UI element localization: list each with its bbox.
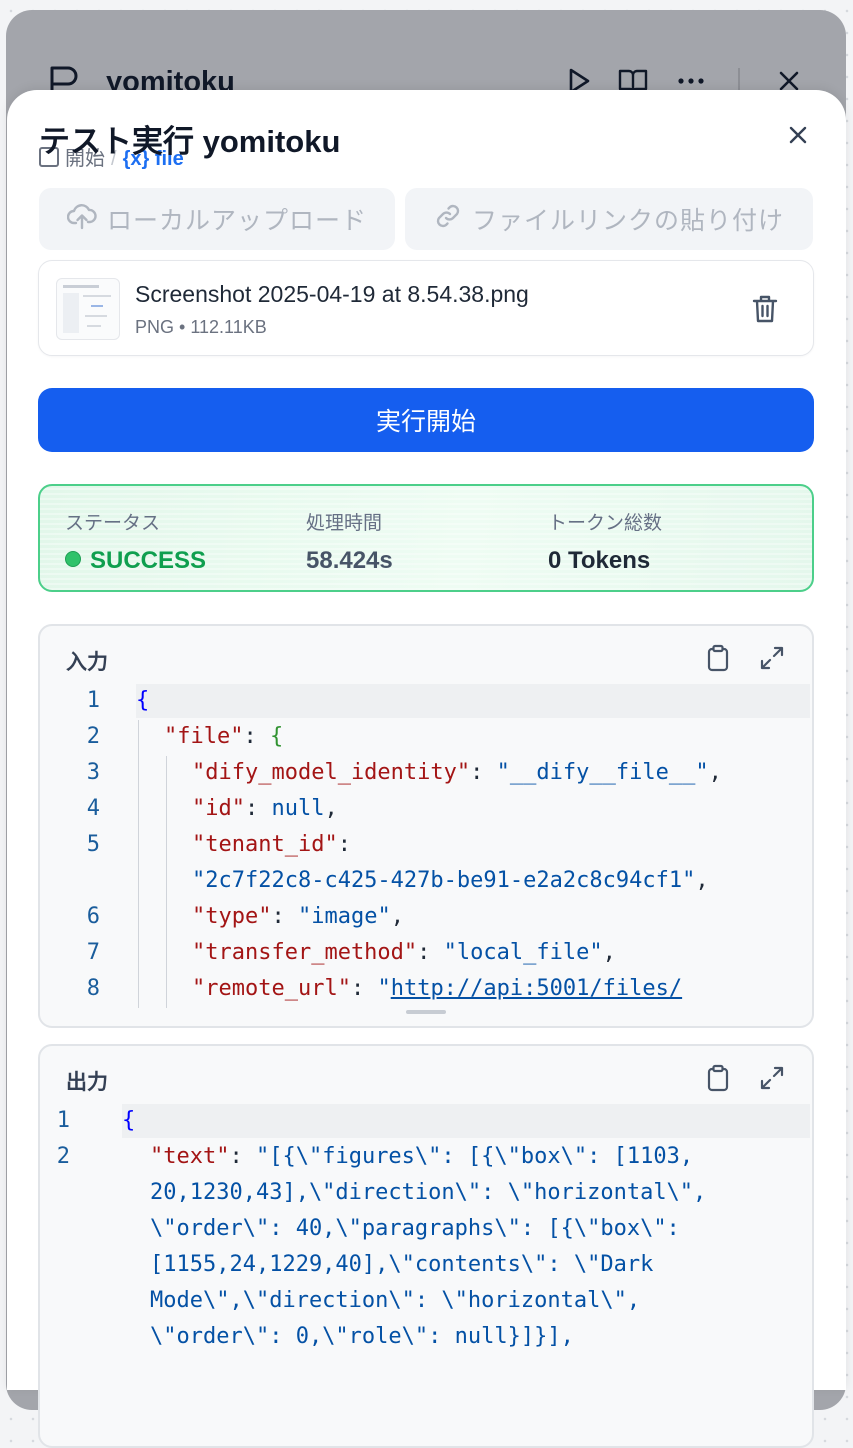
trash-icon[interactable] xyxy=(747,291,783,327)
indent-guide xyxy=(138,720,139,1008)
line-number: 4 xyxy=(86,796,100,821)
line-number: 2 xyxy=(56,1144,70,1169)
code-line: "2c7f22c8-c425-427b-be91-e2a2c8c94cf1", xyxy=(192,868,709,893)
test-run-panel: 開始 / {x} file テスト実行 yomitoku ローカルアップロード ファ… xyxy=(7,90,846,1448)
code-line: 20,1230,43],\"direction\": \"horizontal\… xyxy=(150,1180,707,1205)
file-card: Screenshot 2025-04-19 at 8.54.38.png PNG… xyxy=(38,260,814,356)
active-line-highlight xyxy=(136,684,810,718)
paste-link-button[interactable]: ファイルリンクの貼り付け xyxy=(405,188,813,250)
input-title: 入力 xyxy=(66,651,108,674)
code-line: Mode\",\"direction\": \"horizontal\", xyxy=(150,1288,641,1313)
local-upload-label: ローカルアップロード xyxy=(106,207,367,235)
time-label: 処理時間 xyxy=(306,513,383,534)
file-thumbnail xyxy=(56,278,120,340)
time-column: 処理時間 58.424s xyxy=(306,508,393,575)
code-line: "remote_url": "http://api:5001/files/ xyxy=(192,976,683,1001)
output-title: 出力 xyxy=(66,1071,108,1094)
tokens-column: トークン総数 0 Tokens xyxy=(548,508,662,575)
code-line: "text": "[{\"figures\": [{\"box\": [1103… xyxy=(150,1144,694,1169)
status-card: ステータス SUCCESS 処理時間 58.424s トークン総数 0 Toke… xyxy=(38,484,814,592)
panel-title: テスト実行 yomitoku xyxy=(39,124,341,159)
code-line: "dify_model_identity": "__dify__file__", xyxy=(192,760,722,785)
status-value: SUCCESS xyxy=(90,547,207,574)
file-type: PNG xyxy=(135,317,175,337)
tokens-value: 0 Tokens xyxy=(548,547,651,574)
run-button[interactable]: 実行開始 xyxy=(38,388,814,452)
copy-icon[interactable] xyxy=(702,1062,734,1094)
indent-guide xyxy=(166,756,167,1008)
active-line-highlight xyxy=(122,1104,810,1138)
code-line: "id": null, xyxy=(192,796,338,821)
success-dot-icon xyxy=(65,551,81,567)
line-number: 8 xyxy=(86,976,100,1001)
link-icon xyxy=(434,202,462,237)
code-line: "tenant_id": xyxy=(192,832,351,857)
expand-icon[interactable] xyxy=(756,1062,788,1094)
local-upload-button[interactable]: ローカルアップロード xyxy=(39,188,395,250)
resize-handle[interactable] xyxy=(406,1010,446,1014)
tokens-label: トークン総数 xyxy=(548,513,663,534)
code-line: [1155,24,1229,40],\"contents\": \"Dark xyxy=(150,1252,654,1277)
code-line: \"order\": 0,\"role\": null}]}], xyxy=(150,1324,574,1349)
expand-icon[interactable] xyxy=(756,642,788,674)
remote-url-link[interactable]: http://api:5001/files/ xyxy=(391,976,682,1001)
code-line: "file": { xyxy=(164,724,284,749)
input-panel: 入力 1 2 3 4 5 6 7 8 { "file": { "dify_mod… xyxy=(38,624,814,1028)
line-number: 7 xyxy=(86,940,100,965)
cloud-upload-icon xyxy=(66,202,97,237)
line-number: 3 xyxy=(86,760,100,785)
output-panel: 出力 1 2 { "text": "[{\"figures\": [{\"box… xyxy=(38,1044,814,1448)
file-meta: PNG • 112.11KB xyxy=(135,317,267,338)
line-number: 1 xyxy=(56,1108,70,1133)
code-line: "type": "image", xyxy=(192,904,404,929)
code-line: { xyxy=(122,1108,136,1133)
line-number: 5 xyxy=(86,832,100,857)
meta-dot: • xyxy=(179,317,186,337)
file-name: Screenshot 2025-04-19 at 8.54.38.png xyxy=(135,281,529,307)
paste-link-label: ファイルリンクの貼り付け xyxy=(471,207,784,235)
code-line: { xyxy=(136,688,150,713)
code-line: "transfer_method": "local_file", xyxy=(192,940,616,965)
status-label: ステータス xyxy=(65,513,161,534)
line-number: 1 xyxy=(86,688,100,713)
line-number: 2 xyxy=(86,724,100,749)
file-size: 112.11KB xyxy=(190,317,267,337)
copy-icon[interactable] xyxy=(702,642,734,674)
line-number: 6 xyxy=(86,904,100,929)
close-icon[interactable] xyxy=(783,120,813,150)
time-value: 58.424s xyxy=(306,547,393,574)
status-column: ステータス SUCCESS xyxy=(65,508,206,575)
code-line: \"order\": 40,\"paragraphs\": [{\"box\": xyxy=(150,1216,680,1241)
